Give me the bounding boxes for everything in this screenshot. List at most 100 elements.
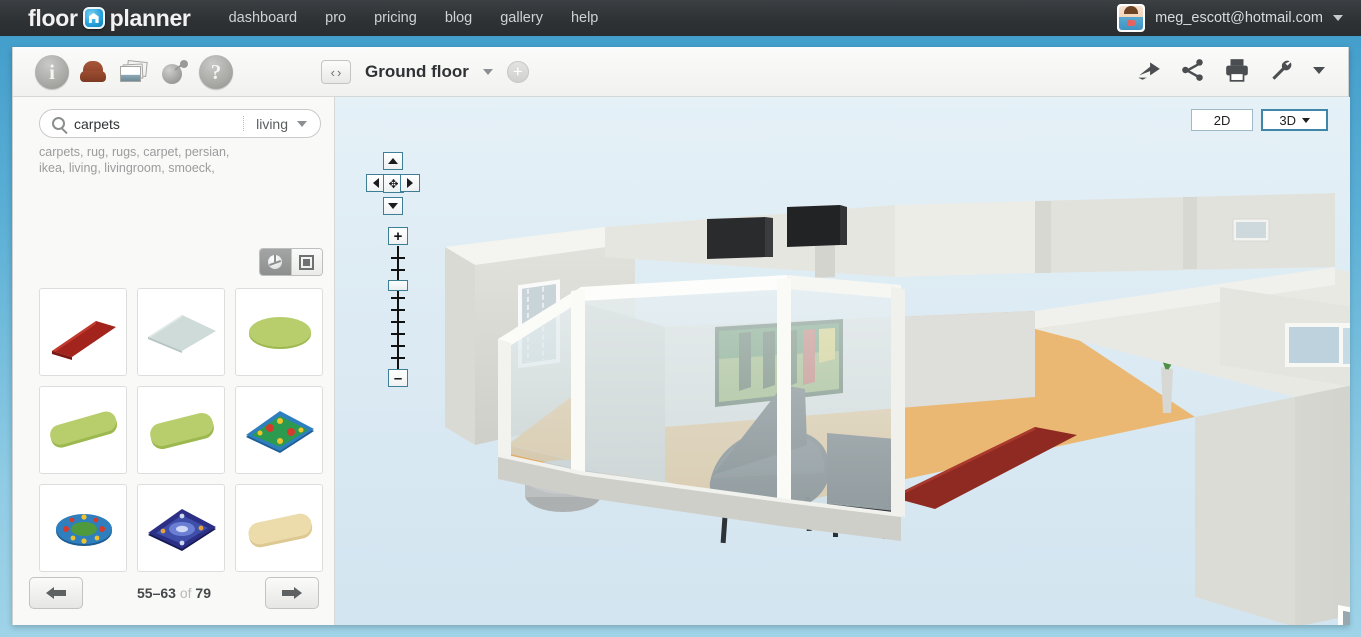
nav-blog[interactable]: blog bbox=[445, 10, 472, 26]
library-panel: carpets living carpets, rug, rugs, carpe… bbox=[13, 97, 335, 625]
panel-collapse-toggle[interactable]: ‹ › bbox=[321, 60, 351, 84]
zoom-tick bbox=[391, 297, 405, 299]
library-item[interactable] bbox=[235, 386, 323, 474]
tab-3d-label: 3D bbox=[1279, 112, 1296, 128]
zoom-in-button[interactable]: + bbox=[388, 227, 408, 245]
cube-3d-icon bbox=[268, 255, 283, 269]
account-menu[interactable]: meg_escott@hotmail.com bbox=[1117, 0, 1343, 36]
library-item-grid bbox=[39, 288, 323, 572]
furniture-icon[interactable] bbox=[76, 55, 110, 89]
prev-page-button[interactable] bbox=[29, 577, 83, 609]
zoom-out-button[interactable]: – bbox=[388, 369, 408, 387]
view-mode-tabs: 2D 3D bbox=[1190, 109, 1328, 131]
app-toolbar: i ? ‹ › Ground floor + bbox=[13, 47, 1348, 97]
zoom-tick bbox=[391, 321, 405, 323]
panel-next-icon[interactable]: › bbox=[337, 66, 341, 79]
pagination-label: 55–63 of 79 bbox=[137, 585, 211, 601]
info-glyph: i bbox=[49, 59, 55, 84]
zoom-tick bbox=[391, 257, 405, 259]
nav-pro[interactable]: pro bbox=[325, 10, 346, 26]
pan-right-button[interactable] bbox=[400, 174, 420, 192]
zoom-tick bbox=[391, 357, 405, 359]
pan-control[interactable]: ✥ bbox=[366, 152, 420, 218]
chevron-down-icon[interactable] bbox=[482, 69, 493, 75]
zoom-tick bbox=[391, 309, 405, 311]
add-floor-button[interactable]: + bbox=[506, 61, 529, 83]
floorplanner-house-logo-icon bbox=[82, 7, 105, 29]
chevron-down-icon[interactable] bbox=[1333, 15, 1343, 21]
main-nav: dashboard pro pricing blog gallery help bbox=[229, 10, 599, 26]
next-page-button[interactable] bbox=[264, 577, 319, 609]
floor-selector-group: ‹ › Ground floor + bbox=[321, 53, 529, 91]
triangle-right-icon bbox=[407, 178, 413, 188]
brand-second: planner bbox=[109, 4, 191, 31]
share-icon[interactable] bbox=[1180, 57, 1206, 83]
zoom-tick bbox=[391, 345, 405, 347]
arrow-right-icon bbox=[281, 587, 302, 599]
zoom-track[interactable] bbox=[397, 246, 399, 369]
settings-wrench-icon[interactable] bbox=[1268, 57, 1294, 83]
chevron-down-icon[interactable] bbox=[297, 120, 307, 127]
info-icon[interactable]: i bbox=[35, 55, 69, 89]
library-item[interactable] bbox=[39, 386, 127, 474]
tab-2d-label: 2D bbox=[1213, 112, 1231, 128]
search-icon bbox=[52, 117, 65, 130]
brand-logo-group[interactable]: floor planner bbox=[28, 5, 191, 32]
design-canvas[interactable]: ✥ + – 2D 3D bbox=[335, 97, 1350, 625]
materials-globe-icon[interactable] bbox=[158, 55, 192, 89]
print-icon[interactable] bbox=[1224, 57, 1250, 83]
pagination-total: 79 bbox=[195, 585, 211, 601]
nav-dashboard[interactable]: dashboard bbox=[229, 10, 298, 26]
library-item[interactable] bbox=[39, 288, 127, 376]
triangle-down-icon bbox=[388, 203, 398, 209]
library-item[interactable] bbox=[235, 288, 323, 376]
tab-3d[interactable]: 3D bbox=[1261, 109, 1328, 131]
floorplan-3d-scene[interactable] bbox=[335, 97, 1350, 625]
pan-up-button[interactable] bbox=[383, 152, 403, 170]
arrow-left-icon bbox=[46, 587, 66, 599]
category-select[interactable]: living bbox=[256, 116, 288, 132]
more-chevron-icon[interactable] bbox=[1312, 63, 1326, 77]
help-glyph: ? bbox=[210, 59, 222, 84]
help-icon[interactable]: ? bbox=[199, 55, 233, 89]
account-email: meg_escott@hotmail.com bbox=[1155, 10, 1323, 26]
move-icon: ✥ bbox=[388, 176, 399, 191]
zoom-tick bbox=[391, 269, 405, 271]
zoom-handle[interactable] bbox=[388, 280, 408, 291]
nav-help[interactable]: help bbox=[571, 10, 598, 26]
floor-name[interactable]: Ground floor bbox=[365, 62, 469, 82]
pagination-range: 55–63 bbox=[137, 585, 176, 601]
avatar bbox=[1117, 4, 1146, 32]
nav-pricing[interactable]: pricing bbox=[374, 10, 417, 26]
library-pagination: 55–63 of 79 bbox=[13, 569, 335, 617]
library-item[interactable] bbox=[137, 288, 225, 376]
tag-suggestions: carpets, rug, rugs, carpet, persian, ike… bbox=[39, 145, 230, 175]
square-2d-icon bbox=[299, 254, 315, 270]
app-window: i ? ‹ › Ground floor + carpets living ca… bbox=[12, 47, 1350, 625]
library-item[interactable] bbox=[39, 484, 127, 572]
divider bbox=[243, 116, 245, 131]
photos-icon[interactable] bbox=[117, 55, 151, 89]
library-item[interactable] bbox=[137, 484, 225, 572]
library-item[interactable] bbox=[137, 386, 225, 474]
triangle-left-icon bbox=[373, 178, 379, 188]
panel-prev-icon[interactable]: ‹ bbox=[331, 66, 335, 79]
library-2d-view-button[interactable] bbox=[290, 249, 322, 275]
library-3d-view-button[interactable] bbox=[260, 249, 291, 275]
top-header: floor planner dashboard pro pricing blog… bbox=[0, 0, 1361, 36]
library-item[interactable] bbox=[235, 484, 323, 572]
tool-icon-group: i ? bbox=[35, 55, 233, 89]
search-bar[interactable]: carpets living bbox=[39, 109, 321, 138]
export-icon[interactable] bbox=[1136, 57, 1162, 83]
pan-down-button[interactable] bbox=[383, 197, 403, 215]
brand-first: floor bbox=[28, 4, 78, 31]
right-tool-group bbox=[1136, 57, 1326, 83]
tab-2d[interactable]: 2D bbox=[1190, 109, 1254, 131]
chevron-down-icon[interactable] bbox=[1302, 117, 1310, 123]
pagination-of: of bbox=[179, 585, 192, 601]
zoom-slider-control[interactable]: + – bbox=[388, 227, 408, 387]
library-view-toggle bbox=[259, 248, 323, 276]
nav-gallery[interactable]: gallery bbox=[500, 10, 543, 26]
zoom-tick bbox=[391, 333, 405, 335]
search-input[interactable]: carpets bbox=[74, 116, 243, 132]
